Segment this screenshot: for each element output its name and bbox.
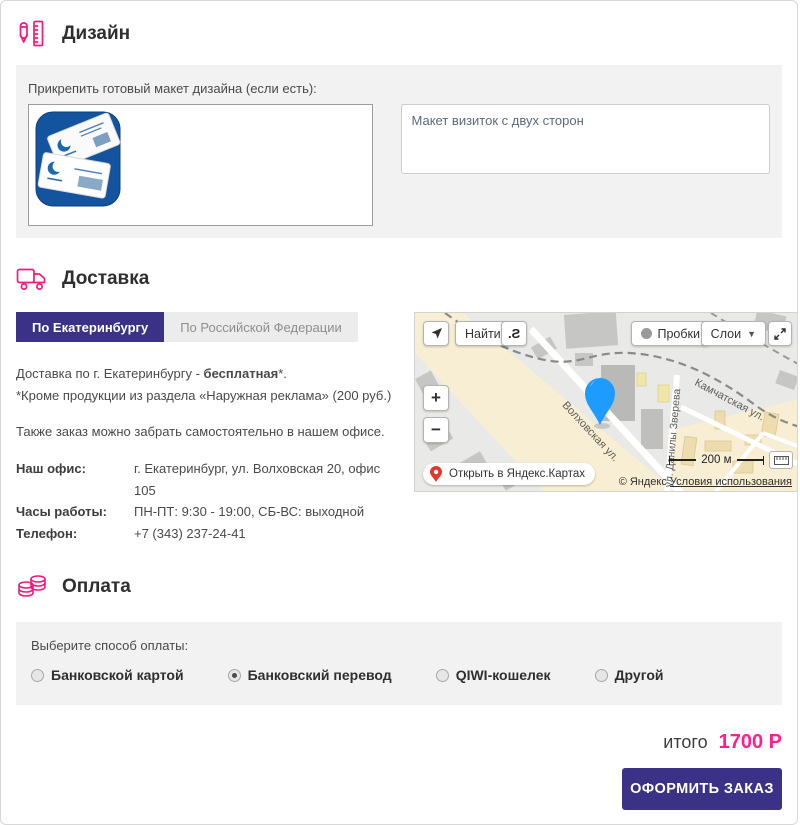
- office-address-row: Наш офис: г. Екатеринбург, ул. Волховска…: [16, 458, 401, 501]
- chevron-down-icon: ▼: [747, 329, 756, 339]
- design-heading: Дизайн: [62, 23, 130, 45]
- terms-of-use-link[interactable]: Условия использования: [670, 476, 792, 488]
- delivery-tabs: По Екатеринбургу По Российской Федерации: [16, 312, 401, 342]
- payment-option-transfer[interactable]: Банковский перевод: [228, 667, 392, 683]
- delivery-note-line: *Кроме продукции из раздела «Наружная ре…: [16, 386, 401, 406]
- expand-arrows-icon: [774, 328, 786, 340]
- payment-section-header: Оплата: [1, 544, 797, 608]
- payment-option-qiwi[interactable]: QIWI-кошелек: [436, 667, 551, 683]
- route-icon: S.: [508, 326, 520, 341]
- attach-label: Прикрепить готовый макет дизайна (если е…: [28, 81, 770, 96]
- order-footer: итого 1700 Р ОФОРМИТЬ ЗАКАЗ: [16, 731, 782, 810]
- delivery-info-text: Доставка по г. Екатеринбургу - бесплатна…: [16, 364, 401, 442]
- radio-icon[interactable]: [228, 669, 241, 682]
- map-scale: 200 м: [669, 454, 764, 466]
- total-price: 1700 Р: [719, 731, 782, 753]
- open-in-yandex-maps-link[interactable]: Открыть в Яндекс.Картах: [423, 463, 595, 485]
- radio-icon[interactable]: [31, 669, 44, 682]
- uploaded-design-thumbnail[interactable]: [35, 111, 121, 207]
- zoom-in-button[interactable]: +: [423, 385, 449, 411]
- route-button[interactable]: S.: [501, 321, 527, 346]
- yandex-pin-icon: [429, 466, 443, 483]
- payment-options: Банковской картой Банковский перевод QIW…: [31, 667, 767, 683]
- payment-option-card[interactable]: Банковской картой: [31, 667, 184, 683]
- delivery-heading: Доставка: [62, 268, 149, 290]
- office-phone-row: Телефон: +7 (343) 237-24-41: [16, 523, 401, 544]
- yandex-map[interactable]: Волховская ул. ул. Данилы Зверева Камчат…: [414, 312, 798, 492]
- traffic-light-icon: [641, 328, 652, 339]
- delivery-section-header: Доставка: [1, 238, 797, 300]
- tab-russia[interactable]: По Российской Федерации: [164, 312, 358, 342]
- pencil-ruler-icon: [16, 19, 48, 49]
- truck-icon: [16, 264, 48, 294]
- order-page: Дизайн Прикрепить готовый макет дизайна …: [0, 0, 798, 825]
- ruler-button[interactable]: [769, 451, 793, 469]
- delivery-free-line: Доставка по г. Екатеринбургу - бесплатна…: [16, 364, 401, 384]
- choose-payment-label: Выберите способ оплаты:: [31, 638, 767, 653]
- traffic-button[interactable]: Пробки: [631, 321, 711, 346]
- submit-order-button[interactable]: ОФОРМИТЬ ЗАКАЗ: [622, 768, 782, 810]
- geolocation-button[interactable]: [423, 321, 449, 346]
- radio-icon[interactable]: [436, 669, 449, 682]
- payment-heading: Оплата: [62, 576, 131, 598]
- zoom-out-button[interactable]: −: [423, 417, 449, 443]
- delivery-content: По Екатеринбургу По Российской Федерации…: [1, 312, 797, 544]
- coins-icon: [16, 572, 48, 602]
- tab-ekaterinburg[interactable]: По Екатеринбургу: [16, 312, 164, 342]
- layers-button[interactable]: Слои ▼: [701, 321, 766, 346]
- office-info: Наш офис: г. Екатеринбург, ул. Волховска…: [16, 458, 401, 544]
- payment-option-other[interactable]: Другой: [595, 667, 664, 683]
- design-comment-input[interactable]: [401, 104, 770, 174]
- order-total: итого 1700 Р: [663, 731, 782, 754]
- navigation-arrow-icon: [430, 327, 443, 340]
- upload-dropzone[interactable]: [28, 104, 373, 226]
- fullscreen-button[interactable]: [768, 321, 792, 346]
- design-section-header: Дизайн: [1, 1, 797, 55]
- pickup-line: Также заказ можно забрать самостоятельно…: [16, 422, 401, 442]
- ruler-icon: [774, 456, 789, 465]
- map-copyright: © Яндекс Условия использования: [619, 476, 792, 488]
- office-hours-row: Часы работы: ПН-ПТ: 9:30 - 19:00, СБ-ВС:…: [16, 501, 401, 522]
- design-panel: Прикрепить готовый макет дизайна (если е…: [16, 65, 782, 238]
- payment-panel: Выберите способ оплаты: Банковской карто…: [16, 622, 782, 705]
- radio-icon[interactable]: [595, 669, 608, 682]
